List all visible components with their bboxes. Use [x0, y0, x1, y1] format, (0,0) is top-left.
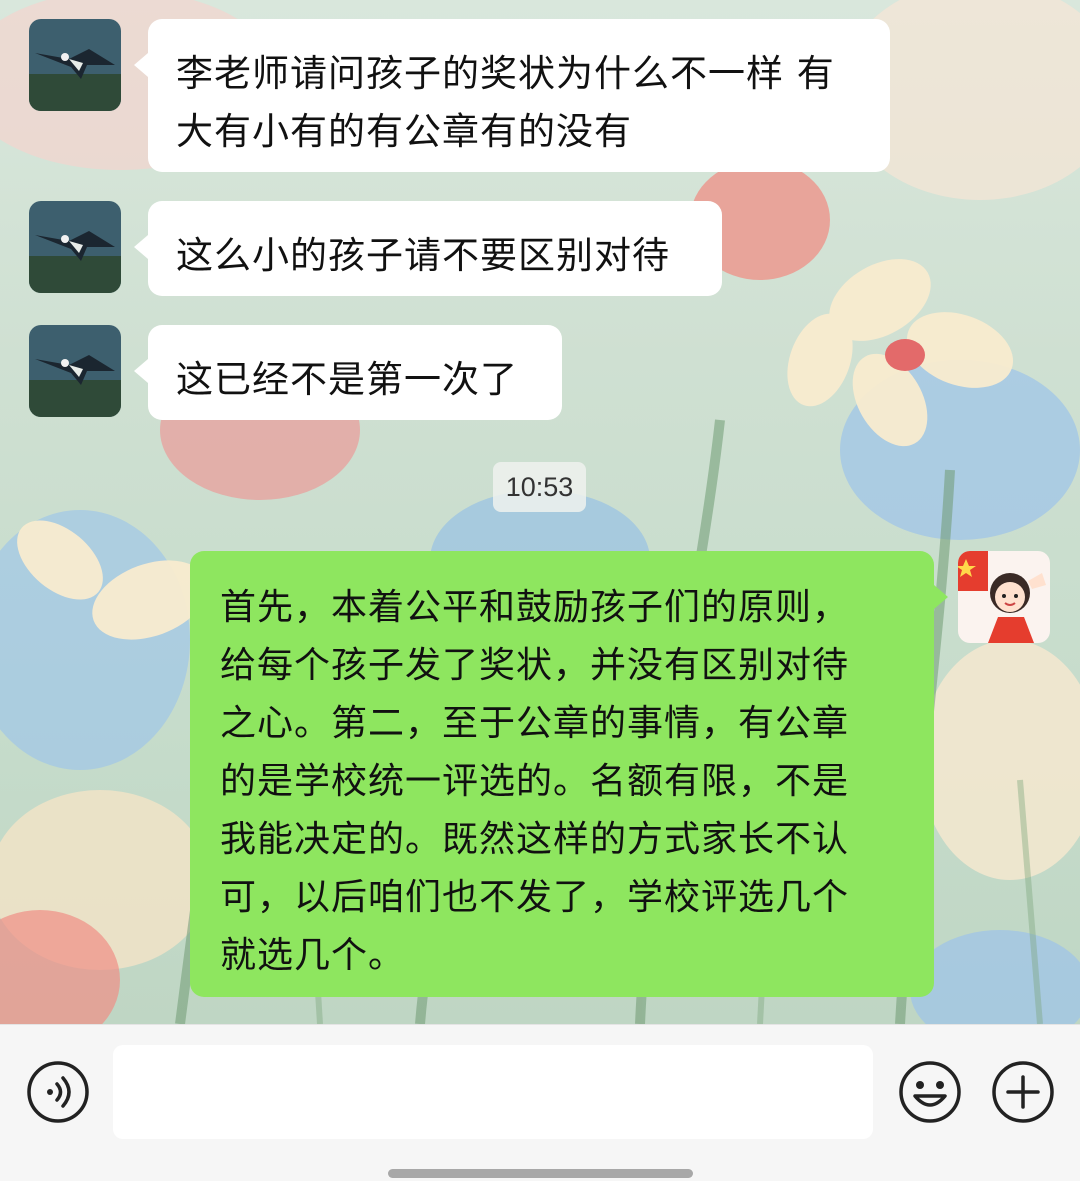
plus-icon[interactable]	[991, 1060, 1055, 1128]
emoji-icon[interactable]	[898, 1060, 962, 1128]
timestamp: 10:53	[493, 462, 586, 512]
girl-salute-avatar[interactable]	[958, 551, 1050, 643]
girl-salute-avatar-image	[958, 551, 1050, 643]
input-bar	[0, 1024, 1080, 1181]
message-bubble-incoming[interactable]: 这么小的孩子请不要区别对待	[134, 201, 722, 296]
voice-icon[interactable]	[26, 1060, 90, 1128]
message-bubble-incoming[interactable]: 李老师请问孩子的奖状为什么不一样 有 大有小有的有公章有的没有	[134, 19, 890, 172]
eagle-avatar[interactable]	[29, 19, 121, 111]
message-bubble-outgoing[interactable]: 首先，本着公平和鼓励孩子们的原则， 给每个孩子发了奖状，并没有区别对待 之心。第…	[190, 551, 948, 997]
eagle-avatar-image	[29, 325, 121, 417]
message-input[interactable]	[113, 1045, 873, 1139]
home-indicator[interactable]	[388, 1169, 693, 1178]
eagle-avatar[interactable]	[29, 201, 121, 293]
message-bubble-incoming[interactable]: 这已经不是第一次了	[134, 325, 562, 420]
eagle-avatar-image	[29, 201, 121, 293]
eagle-avatar-image	[29, 19, 121, 111]
eagle-avatar[interactable]	[29, 325, 121, 417]
